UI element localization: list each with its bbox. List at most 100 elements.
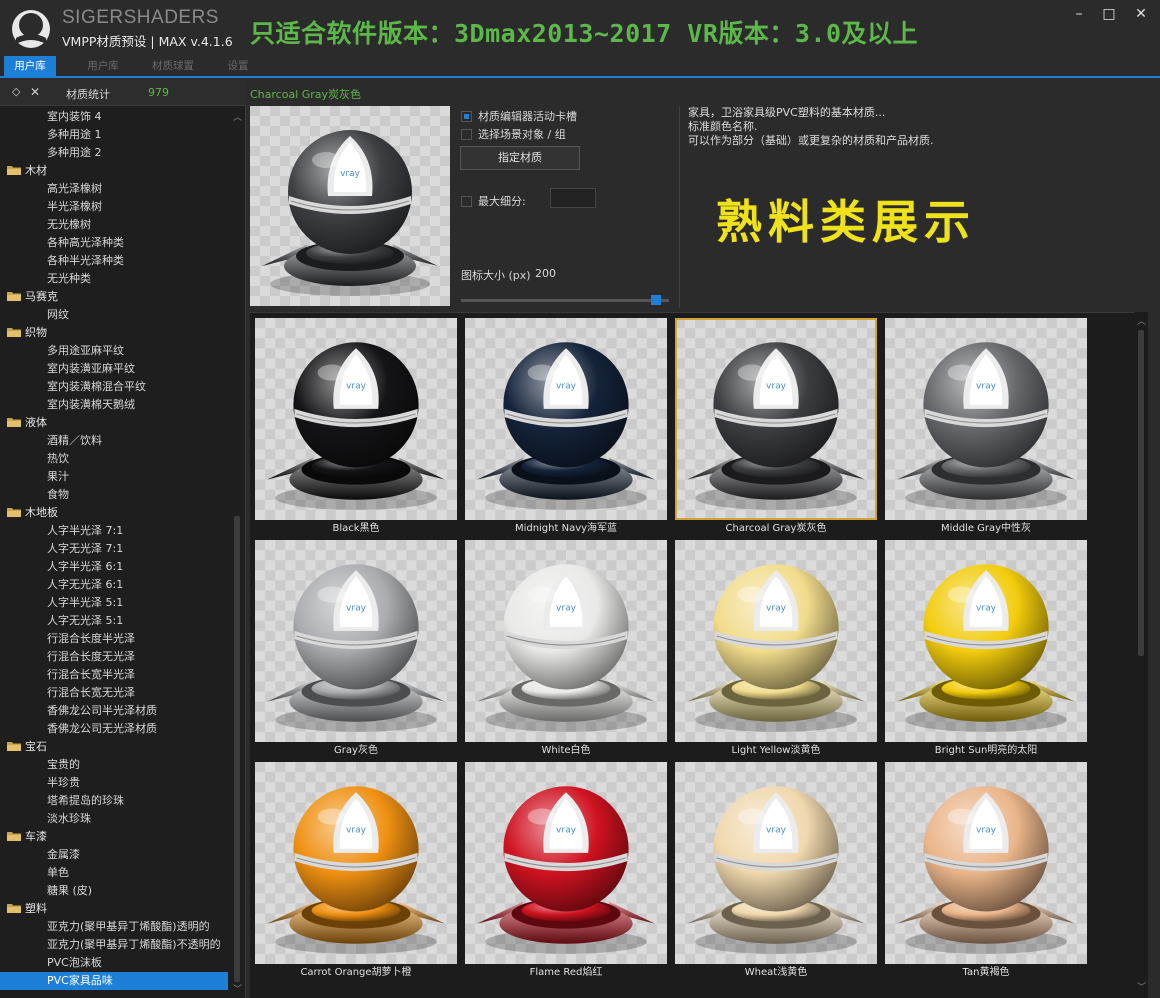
material-thumbnail[interactable]: vray	[885, 540, 1087, 742]
maximize-button[interactable]: □	[1096, 4, 1122, 24]
scroll-up-icon[interactable]: ︿	[1137, 314, 1146, 327]
material-editor-checkbox[interactable]	[461, 111, 472, 122]
tree-item[interactable]: PVC家具品味	[0, 972, 228, 990]
tree-item[interactable]: 行混合长度无光泽	[0, 648, 228, 666]
max-subdiv-option[interactable]: 最大细分:	[461, 193, 526, 209]
tree-item[interactable]: 人字半光泽 7:1	[0, 522, 228, 540]
tree-item[interactable]: 人字无光泽 7:1	[0, 540, 228, 558]
tab-user-library-2[interactable]: 用户库	[74, 56, 132, 76]
tree-item[interactable]: 高光泽橡树	[0, 180, 228, 198]
material-card[interactable]: vray Wheat浅黄色	[675, 762, 877, 981]
max-subdiv-input[interactable]	[550, 188, 596, 208]
tree-item[interactable]: 热饮	[0, 450, 228, 468]
scroll-down-icon[interactable]: ﹀	[233, 982, 242, 995]
tree-item[interactable]: 人字无光泽 5:1	[0, 612, 228, 630]
material-thumbnail[interactable]: vray	[255, 762, 457, 964]
tree-item[interactable]: 淡水珍珠	[0, 810, 228, 828]
material-thumbnail[interactable]: vray	[465, 318, 667, 520]
icon-size-slider-handle[interactable]	[651, 295, 661, 305]
tree-item[interactable]: 食物	[0, 486, 228, 504]
tree-scroll-thumb[interactable]	[234, 516, 240, 982]
grid-scrollbar[interactable]: ︿ ﹀	[1134, 312, 1148, 998]
material-card[interactable]: vray Middle Gray中性灰	[885, 318, 1087, 537]
material-card[interactable]: vray Bright Sun明亮的太阳	[885, 540, 1087, 759]
material-thumbnail[interactable]: vray	[675, 318, 877, 520]
tree-item[interactable]: 多种用途 1	[0, 126, 228, 144]
tree-item[interactable]: 单色	[0, 864, 228, 882]
tree-item[interactable]: 行混合长宽半光泽	[0, 666, 228, 684]
close-button[interactable]: ✕	[1128, 4, 1154, 24]
material-thumbnail[interactable]: vray	[885, 762, 1087, 964]
tree-category[interactable]: 木地板	[0, 504, 228, 522]
material-thumbnail[interactable]: vray	[255, 318, 457, 520]
material-card[interactable]: vray Flame Red焰红	[465, 762, 667, 981]
scroll-up-icon[interactable]: ︿	[233, 110, 242, 123]
tree-item[interactable]: 香佛龙公司无光泽材质	[0, 720, 228, 738]
tree-item[interactable]: 无光种类	[0, 270, 228, 288]
icon-size-slider[interactable]	[461, 299, 669, 302]
tree-item[interactable]: 宝贵的	[0, 756, 228, 774]
tab-user-library[interactable]: 用户库	[4, 56, 56, 76]
tree-item[interactable]: 无光橡树	[0, 216, 228, 234]
tree-category[interactable]: 液体	[0, 414, 228, 432]
tree-item[interactable]: 室内装饰 4	[0, 108, 228, 126]
material-thumbnail[interactable]: vray	[675, 762, 877, 964]
tree-item[interactable]: PVC泡沫板	[0, 954, 228, 972]
tree-item[interactable]: 果汁	[0, 468, 228, 486]
material-editor-option[interactable]: 材质编辑器活动卡槽	[461, 108, 577, 124]
select-scene-option[interactable]: 选择场景对象 / 组	[461, 126, 566, 142]
tree-item[interactable]: 行混合长度半光泽	[0, 630, 228, 648]
tree-item[interactable]: 室内装潢棉混合平纹	[0, 378, 228, 396]
tree-category[interactable]: 马赛克	[0, 288, 228, 306]
tree-category[interactable]: 塑料	[0, 900, 228, 918]
material-thumbnail[interactable]: vray	[675, 540, 877, 742]
material-card[interactable]: vray Carrot Orange胡萝卜橙	[255, 762, 457, 981]
tree-item[interactable]: 行混合长宽无光泽	[0, 684, 228, 702]
tree-item[interactable]: 香佛龙公司半光泽材质	[0, 702, 228, 720]
material-thumbnail[interactable]: vray	[255, 540, 457, 742]
material-card[interactable]: vray Black黑色	[255, 318, 457, 537]
tree-item[interactable]: 各种高光泽种类	[0, 234, 228, 252]
tree-scrollbar[interactable]: ︿ ﹀	[230, 108, 244, 996]
material-card[interactable]: vray Tan黄褐色	[885, 762, 1087, 981]
assign-material-button[interactable]: 指定材质	[460, 146, 580, 170]
tree-item[interactable]: 金属漆	[0, 846, 228, 864]
tree-item[interactable]: 糖果 (皮)	[0, 882, 228, 900]
tree-category[interactable]: 木材	[0, 162, 228, 180]
tree-category[interactable]: 车漆	[0, 828, 228, 846]
max-subdiv-checkbox[interactable]	[461, 196, 472, 207]
material-thumbnail[interactable]: vray	[465, 762, 667, 964]
tree-category[interactable]: 织物	[0, 324, 228, 342]
tree-item[interactable]: 室内装潢棉天鹅绒	[0, 396, 228, 414]
material-thumbnail[interactable]: vray	[885, 318, 1087, 520]
select-scene-checkbox[interactable]	[461, 129, 472, 140]
tab-settings[interactable]: 设置	[214, 56, 262, 76]
clear-icon[interactable]: ✕	[30, 85, 40, 99]
material-card[interactable]: vray Light Yellow淡黄色	[675, 540, 877, 759]
tree-item[interactable]: 人字半光泽 6:1	[0, 558, 228, 576]
scroll-down-icon[interactable]: ﹀	[1137, 980, 1146, 993]
tree-item[interactable]: 室内装潢亚麻平纹	[0, 360, 228, 378]
tree-item[interactable]: 网纹	[0, 306, 228, 324]
material-card[interactable]: vray Gray灰色	[255, 540, 457, 759]
tree-item[interactable]: 亚克力(聚甲基异丁烯酸酯)不透明的	[0, 936, 228, 954]
tree-item[interactable]: 半珍贵	[0, 774, 228, 792]
tree-item[interactable]: 酒精／饮料	[0, 432, 228, 450]
tree-item[interactable]: 人字半光泽 5:1	[0, 594, 228, 612]
tree-item[interactable]: 多用途亚麻平纹	[0, 342, 228, 360]
expand-collapse-icon[interactable]: ◇	[12, 85, 20, 98]
tab-material-ball[interactable]: 材质球置	[140, 56, 206, 76]
tree-item[interactable]: 塔希提岛的珍珠	[0, 792, 228, 810]
tree-item[interactable]: 人字无光泽 6:1	[0, 576, 228, 594]
minimize-button[interactable]: –	[1066, 4, 1092, 24]
tree-item[interactable]: 各种半光泽种类	[0, 252, 228, 270]
material-thumbnail[interactable]: vray	[465, 540, 667, 742]
tree-category[interactable]: 宝石	[0, 738, 228, 756]
material-card[interactable]: vray Midnight Navy海军蓝	[465, 318, 667, 537]
tree-item[interactable]: 多种用途 2	[0, 144, 228, 162]
tree-item[interactable]: 亚克力(聚甲基异丁烯酸酯)透明的	[0, 918, 228, 936]
material-card[interactable]: vray White白色	[465, 540, 667, 759]
tree-item[interactable]: 半光泽橡树	[0, 198, 228, 216]
material-card[interactable]: vray Charcoal Gray炭灰色	[675, 318, 877, 537]
grid-scroll-thumb[interactable]	[1138, 330, 1144, 656]
